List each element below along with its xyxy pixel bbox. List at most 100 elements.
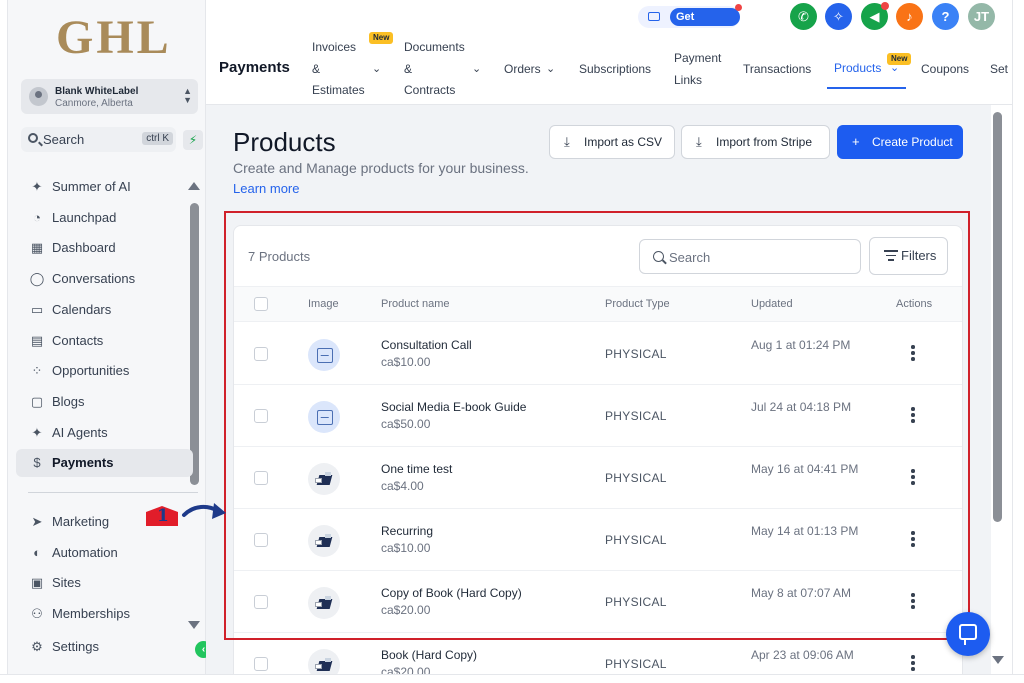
account-switcher[interactable]: Blank WhiteLabel Canmore, Alberta ▲ ▼ xyxy=(21,79,198,114)
top-bar: Get Started ✆ ✧ ◀ ♪ ? JT Payments Invoic… xyxy=(206,0,1012,105)
sidebar-item-launchpad[interactable]: ◔ Launchpad xyxy=(16,204,193,232)
tab-label-line: Links xyxy=(674,72,703,87)
tab-orders[interactable]: Orders ⌄ xyxy=(504,59,555,81)
sidebar-item-conversations[interactable]: ◯ Conversations xyxy=(16,265,193,293)
sites-icon: ▣ xyxy=(30,575,44,590)
row-checkbox[interactable] xyxy=(254,595,268,609)
sidebar-divider xyxy=(28,492,198,493)
tab-label-line: & xyxy=(404,61,413,76)
sidebar-item-blogs[interactable]: ▢ Blogs xyxy=(16,388,193,416)
user-avatar[interactable]: JT xyxy=(968,3,995,30)
table-row[interactable]: Recurring ca$10.00 PHYSICAL May 14 at 01… xyxy=(234,509,962,571)
sidebar-item-dashboard[interactable]: ▦ Dashboard xyxy=(16,234,193,262)
sidebar-item-ai-agents[interactable]: ✦ AI Agents xyxy=(16,419,193,447)
announcement-icon[interactable]: ◀ xyxy=(861,2,889,30)
row-checkbox[interactable] xyxy=(254,471,268,485)
tab-products[interactable]: Products ⌄ xyxy=(834,58,899,80)
sidebar-item-calendars[interactable]: ▭ Calendars xyxy=(16,296,193,324)
product-name[interactable]: Copy of Book (Hard Copy) xyxy=(381,586,522,600)
sidebar-item-payments[interactable]: $ Payments xyxy=(16,449,193,477)
table-row[interactable]: One time test ca$4.00 PHYSICAL May 16 at… xyxy=(234,447,962,509)
tab-label: Orders xyxy=(504,62,541,76)
more-actions-icon[interactable] xyxy=(910,593,916,611)
main-scroll-down[interactable] xyxy=(992,656,1004,664)
sidebar-search[interactable]: Search ctrl K xyxy=(21,127,176,152)
quick-action-bolt-icon[interactable]: ⚡ xyxy=(183,130,203,150)
sidebar-item-memberships[interactable]: ⚇ Memberships xyxy=(16,600,193,628)
tab-invoices-estimates[interactable]: Invoices & Estimates ⌄ xyxy=(312,37,381,102)
sidebar-item-sites[interactable]: ▣ Sites xyxy=(16,569,193,597)
get-started-label: Get Started xyxy=(670,8,740,41)
sidebar-item-settings[interactable]: ⚙ Settings xyxy=(16,633,193,661)
chevron-down-icon: ⌄ xyxy=(372,63,382,75)
filters-button[interactable]: Filters xyxy=(869,237,948,275)
notification-dot xyxy=(881,2,889,10)
product-price: ca$20.00 xyxy=(381,603,431,617)
import-csv-button[interactable]: ⤓ Import as CSV xyxy=(549,125,675,159)
sidebar-item-label: Conversations xyxy=(52,271,136,286)
sidebar-item-label: Summer of AI xyxy=(52,179,131,194)
column-header-product-type[interactable]: Product Type xyxy=(605,298,670,310)
row-checkbox[interactable] xyxy=(254,533,268,547)
create-product-button[interactable]: + Create Product xyxy=(837,125,963,159)
row-checkbox[interactable] xyxy=(254,657,268,671)
product-name[interactable]: One time test xyxy=(381,462,452,476)
get-started-button[interactable]: Get Started xyxy=(638,4,742,41)
tab-documents-contracts[interactable]: Documents & Contracts ⌄ xyxy=(404,37,481,102)
tab-transactions[interactable]: Transactions xyxy=(743,59,811,81)
learn-more-link[interactable]: Learn more xyxy=(233,181,299,196)
more-actions-icon[interactable] xyxy=(910,345,916,363)
product-updated: May 14 at 01:13 PM xyxy=(751,524,859,538)
more-actions-icon[interactable] xyxy=(910,531,916,549)
product-updated: Jul 24 at 04:18 PM xyxy=(751,400,852,414)
product-thumbnail xyxy=(308,587,340,619)
column-header-updated[interactable]: Updated xyxy=(751,298,793,310)
table-row[interactable]: Social Media E-book Guide ca$50.00 PHYSI… xyxy=(234,385,962,447)
sidebar-item-contacts[interactable]: ▤ Contacts xyxy=(16,327,193,355)
more-actions-icon[interactable] xyxy=(910,407,916,425)
rocket-icon: ◔ xyxy=(33,210,41,225)
main-scrollbar[interactable] xyxy=(993,112,1002,522)
product-search-input[interactable]: Search xyxy=(639,239,861,274)
sidebar-item-label: AI Agents xyxy=(52,425,108,440)
select-all-checkbox[interactable] xyxy=(254,297,268,311)
sidebar-search-placeholder: Search xyxy=(43,132,85,147)
tab-label-line: Contracts xyxy=(404,83,456,97)
row-checkbox[interactable] xyxy=(254,409,268,423)
sidebar-item-summer-of-ai[interactable]: ✦ Summer of AI xyxy=(16,173,193,201)
download-icon: ⤓ xyxy=(696,134,702,149)
product-thumbnail xyxy=(308,525,340,557)
ai-sparkle-icon[interactable]: ✧ xyxy=(825,3,852,30)
product-type: PHYSICAL xyxy=(605,533,667,547)
table-row[interactable]: Consultation Call ca$10.00 PHYSICAL Aug … xyxy=(234,323,962,385)
tab-subscriptions[interactable]: Subscriptions xyxy=(579,59,651,81)
tab-coupons[interactable]: Coupons xyxy=(921,59,969,81)
image-placeholder-icon xyxy=(308,339,340,371)
row-checkbox[interactable] xyxy=(254,347,268,361)
account-name: Blank WhiteLabel xyxy=(55,86,139,97)
sidebar-item-opportunities[interactable]: ⁘ Opportunities xyxy=(16,357,193,385)
bell-icon[interactable]: ♪ xyxy=(896,3,923,30)
product-name[interactable]: Social Media E-book Guide xyxy=(381,400,526,414)
table-row[interactable]: Copy of Book (Hard Copy) ca$20.00 PHYSIC… xyxy=(234,571,962,633)
column-header-product-name[interactable]: Product name xyxy=(381,298,449,310)
sidebar-item-label: Sites xyxy=(52,575,81,590)
tab-label-line: Payment xyxy=(674,51,722,65)
sidebar-item-label: Settings xyxy=(52,639,99,654)
tab-label-line: Invoices xyxy=(312,40,357,54)
sidebar-item-automation[interactable]: ◐ Automation xyxy=(16,539,193,567)
brand-logo[interactable]: GHL xyxy=(56,10,172,65)
more-actions-icon[interactable] xyxy=(910,655,916,673)
product-name[interactable]: Recurring xyxy=(381,524,433,538)
product-name[interactable]: Consultation Call xyxy=(381,338,472,352)
chat-widget-button[interactable] xyxy=(946,612,990,656)
button-label: Import from Stripe xyxy=(716,135,813,149)
import-stripe-button[interactable]: ⤓ Import from Stripe xyxy=(681,125,830,159)
phone-icon[interactable]: ✆ xyxy=(790,3,817,30)
tab-payment-links[interactable]: Payment Links xyxy=(674,48,721,91)
section-title: Payments xyxy=(219,59,290,76)
help-icon[interactable]: ? xyxy=(932,3,959,30)
more-actions-icon[interactable] xyxy=(910,469,916,487)
product-name[interactable]: Book (Hard Copy) xyxy=(381,648,477,662)
tab-settings[interactable]: Set xyxy=(990,59,1008,81)
